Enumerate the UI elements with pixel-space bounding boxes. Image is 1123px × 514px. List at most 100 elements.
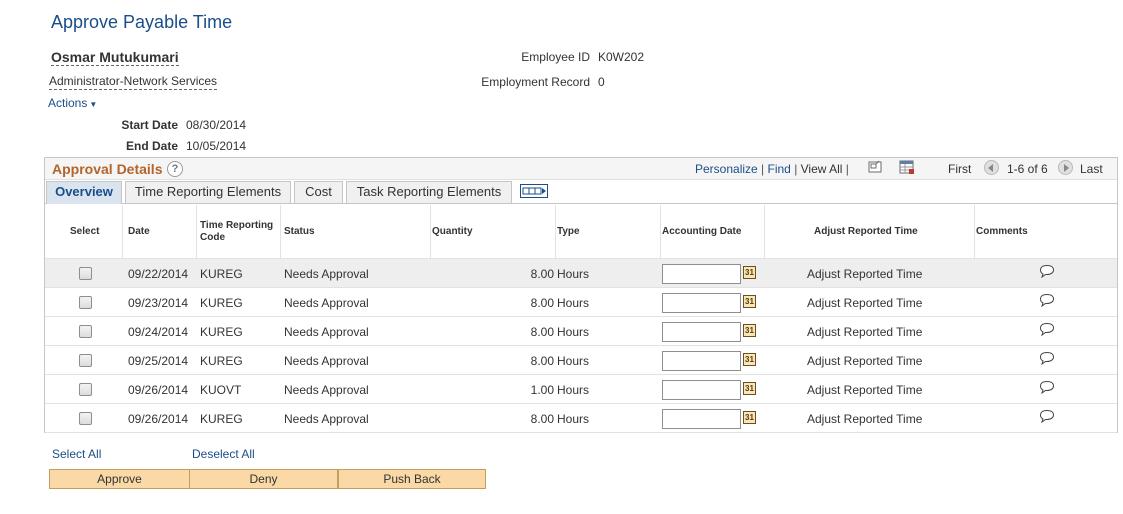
first-label[interactable]: First [948,162,971,176]
row-date: 09/23/2014 [128,296,189,310]
row-date: 09/22/2014 [128,267,189,281]
column-header-select: Select [70,226,100,237]
column-header-quantity: Quantity [432,226,473,237]
adjust-reported-time-link[interactable]: Adjust Reported Time [807,267,922,281]
adjust-reported-time-link[interactable]: Adjust Reported Time [807,354,922,368]
employee-id-label: Employee ID [521,50,590,64]
row-status-link[interactable]: Needs Approval [284,296,369,310]
help-icon[interactable]: ? [167,161,183,177]
column-header-date: Date [128,226,150,237]
row-date: 09/24/2014 [128,325,189,339]
approve-button[interactable]: Approve [49,469,190,489]
accounting-date-input[interactable] [662,322,741,342]
column-header-status: Status [284,226,315,237]
row-status-link[interactable]: Needs Approval [284,412,369,426]
employee-id-value: K0W202 [598,50,645,64]
row-date: 09/26/2014 [128,412,189,426]
calendar-icon[interactable]: 31 [743,411,756,424]
row-quantity: 8.00 [530,296,554,310]
row-trc: KUREG [200,354,243,368]
calendar-icon[interactable]: 31 [743,295,756,308]
column-header-adjust: Adjust Reported Time [814,226,918,237]
comment-icon[interactable] [1039,380,1055,394]
adjust-reported-time-link[interactable]: Adjust Reported Time [807,383,922,397]
download-excel-icon[interactable] [899,160,915,175]
row-type: Hours [557,412,590,426]
deny-button[interactable]: Deny [189,469,338,489]
row-select-checkbox[interactable] [79,354,92,367]
row-divider [45,432,1117,433]
employee-name: Osmar Mutukumari [51,49,179,66]
show-all-columns-icon[interactable] [520,184,548,198]
column-header-comments: Comments [976,226,1028,237]
comment-icon[interactable] [1039,293,1055,307]
row-select-checkbox[interactable] [79,267,92,280]
row-quantity: 8.00 [530,267,554,281]
personalize-link[interactable]: Personalize [695,162,758,176]
accounting-date-input[interactable] [662,380,741,400]
row-type: Hours [557,383,590,397]
row-status-link[interactable]: Needs Approval [284,354,369,368]
row-quantity: 1.00 [530,383,554,397]
row-select-checkbox[interactable] [79,296,92,309]
comment-icon[interactable] [1039,409,1055,423]
trc-header-line2: Code [200,232,225,243]
comment-icon[interactable] [1039,351,1055,365]
tab-time-reporting-elements[interactable]: Time Reporting Elements [125,181,291,203]
adjust-reported-time-link[interactable]: Adjust Reported Time [807,412,922,426]
zoom-grid-icon[interactable] [868,160,884,174]
column-header-trc: Time Reporting Code [200,220,273,244]
adjust-reported-time-link[interactable]: Adjust Reported Time [807,296,922,310]
tab-task-reporting-elements[interactable]: Task Reporting Elements [346,181,512,203]
row-select-checkbox[interactable] [79,383,92,396]
grid-toolbar: Personalize | Find | View All | [695,162,849,176]
row-type: Hours [557,354,590,368]
comment-icon[interactable] [1039,264,1055,278]
actions-label: Actions [48,96,88,110]
tabs-baseline [45,203,1117,204]
employee-job-title: Administrator-Network Services [49,74,218,90]
next-row-icon[interactable] [1058,160,1073,175]
row-type: Hours [557,267,590,281]
row-quantity: 8.00 [530,354,554,368]
row-date: 09/25/2014 [128,354,189,368]
row-status-link[interactable]: Needs Approval [284,383,369,397]
calendar-icon[interactable]: 31 [743,324,756,337]
row-quantity: 8.00 [530,412,554,426]
find-link[interactable]: Find [768,162,791,176]
select-all-link[interactable]: Select All [52,447,101,461]
row-type: Hours [557,296,590,310]
row-trc: KUREG [200,267,243,281]
row-date: 09/26/2014 [128,383,189,397]
separator: | [845,162,849,176]
row-range: 1-6 of 6 [1007,162,1048,176]
actions-menu[interactable]: Actions ▼ [48,96,97,110]
row-status-link[interactable]: Needs Approval [284,267,369,281]
deselect-all-link[interactable]: Deselect All [192,447,255,461]
trc-header-line1: Time Reporting [200,220,274,231]
accounting-date-input[interactable] [662,264,741,284]
tab-cost[interactable]: Cost [294,181,343,203]
last-label[interactable]: Last [1080,162,1103,176]
accounting-date-input[interactable] [662,351,741,371]
calendar-icon[interactable]: 31 [743,266,756,279]
row-select-checkbox[interactable] [79,412,92,425]
row-trc: KUOVT [200,383,242,397]
calendar-icon[interactable]: 31 [743,353,756,366]
row-trc: KUREG [200,296,243,310]
start-date-label: Start Date [121,118,178,132]
view-all-link[interactable]: View All [801,162,843,176]
previous-row-icon[interactable] [984,160,999,175]
calendar-icon[interactable]: 31 [743,382,756,395]
column-header-type: Type [557,226,580,237]
row-select-checkbox[interactable] [79,325,92,338]
accounting-date-input[interactable] [662,409,741,429]
comment-icon[interactable] [1039,322,1055,336]
push-back-button[interactable]: Push Back [338,469,486,489]
tab-overview[interactable]: Overview [46,181,122,204]
row-status-link[interactable]: Needs Approval [284,325,369,339]
accounting-date-input[interactable] [662,293,741,313]
end-date-value: 10/05/2014 [186,139,247,153]
caret-down-icon: ▼ [89,100,98,109]
adjust-reported-time-link[interactable]: Adjust Reported Time [807,325,922,339]
